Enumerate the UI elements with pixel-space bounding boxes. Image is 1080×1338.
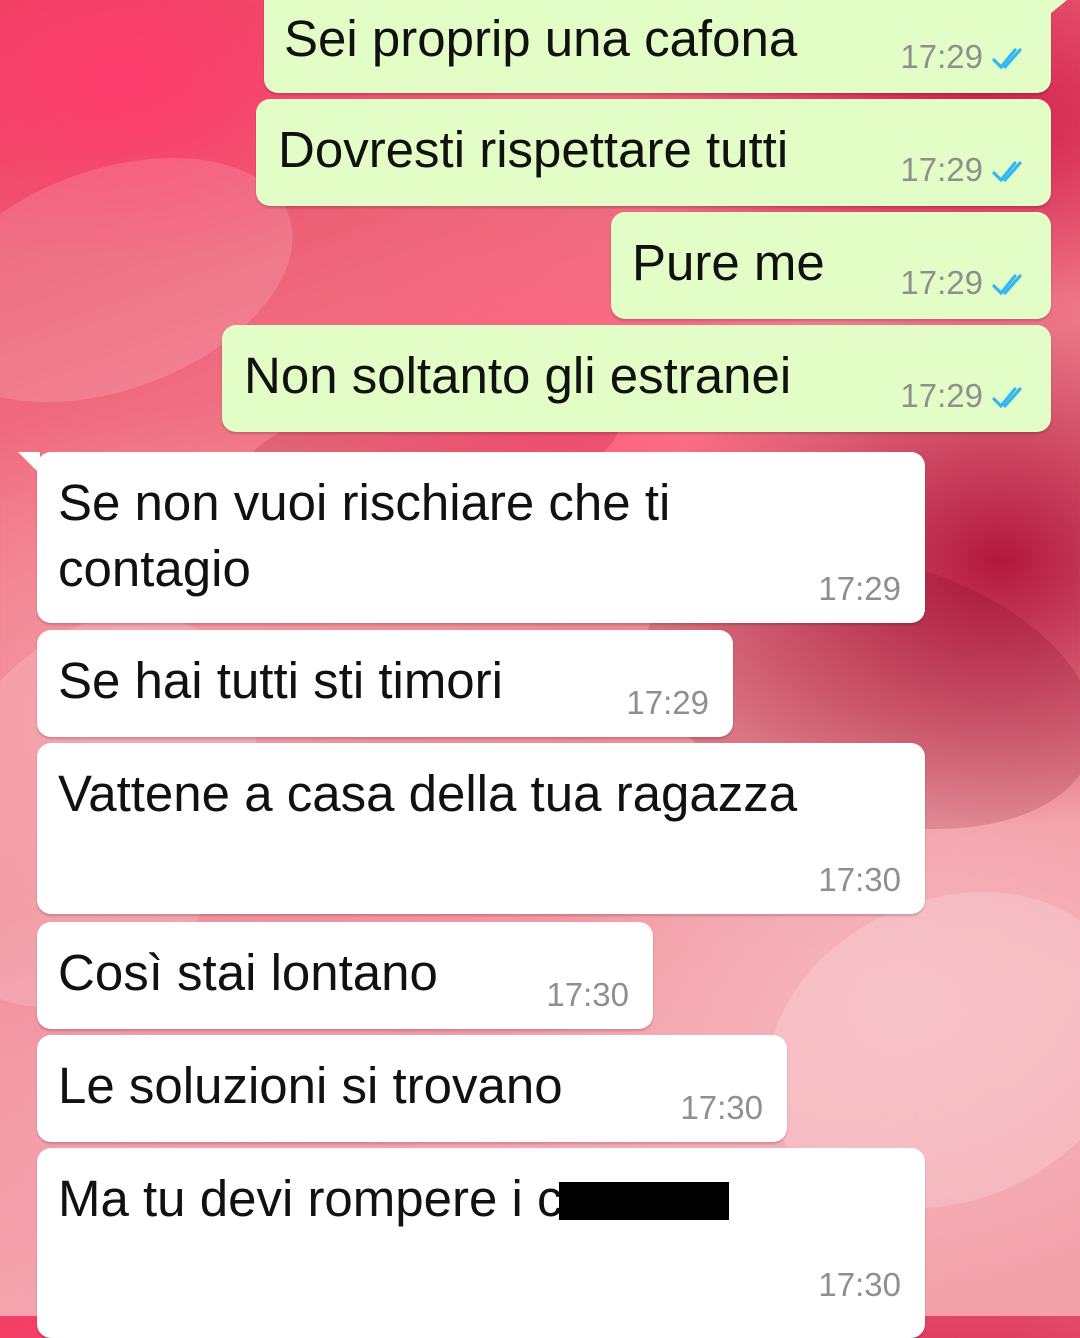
message-text: Non soltanto gli estranei [244,347,792,404]
message-time: 17:29 [900,264,983,301]
message-text: Se non vuoi rischiare che ti contagio [58,474,671,597]
incoming-message[interactable]: Vattene a casa della tua ragazza 17:30 [37,743,925,914]
double-check-icon [992,274,1022,296]
incoming-message[interactable]: Così stai lontano 17:30 [37,922,653,1029]
outgoing-message[interactable]: Sei proprip una cafona 17:29 [264,0,1067,93]
message-text: Vattene a casa della tua ragazza [58,765,798,822]
message-text: Sei proprip una cafona [284,10,798,67]
chat-area[interactable]: Sei proprip una cafona 17:29 Dovresti ri… [0,0,1080,1338]
message-time: 17:30 [818,861,901,898]
message-time: 17:29 [900,377,983,414]
incoming-message[interactable]: Le soluzioni si trovano 17:30 [37,1035,787,1142]
message-time: 17:29 [900,38,983,75]
outgoing-message[interactable]: Non soltanto gli estranei 17:29 [222,325,1051,432]
message-text: Dovresti rispettare tutti [278,121,789,178]
message-time: 17:29 [818,570,901,607]
outgoing-message[interactable]: Dovresti rispettare tutti 17:29 [256,99,1051,206]
incoming-message[interactable]: Se non vuoi rischiare che ti contagio 17… [37,452,925,623]
incoming-message[interactable]: Se hai tutti sti timori 17:29 [37,630,733,737]
message-time: 17:29 [900,151,983,188]
redaction-bar [558,1181,729,1220]
message-text: Pure me [632,234,825,291]
message-time: 17:30 [818,1266,901,1303]
message-time: 17:30 [680,1089,763,1126]
message-time: 17:29 [626,684,709,721]
incoming-message[interactable]: Ma tu devi rompere i c 17:30 [37,1148,925,1338]
double-check-icon [992,48,1022,70]
message-text: Così stai lontano [58,944,438,1001]
double-check-icon [992,387,1022,409]
bubble-tail [1045,0,1067,18]
double-check-icon [992,161,1022,183]
message-text: Le soluzioni si trovano [58,1057,563,1114]
message-text-visible: Ma tu devi rompere i c [58,1170,563,1227]
message-text: Se hai tutti sti timori [58,652,503,709]
outgoing-message[interactable]: Pure me 17:29 [611,212,1051,319]
message-time: 17:30 [546,976,629,1013]
message-text: Ma tu devi rompere i c [58,1166,729,1232]
